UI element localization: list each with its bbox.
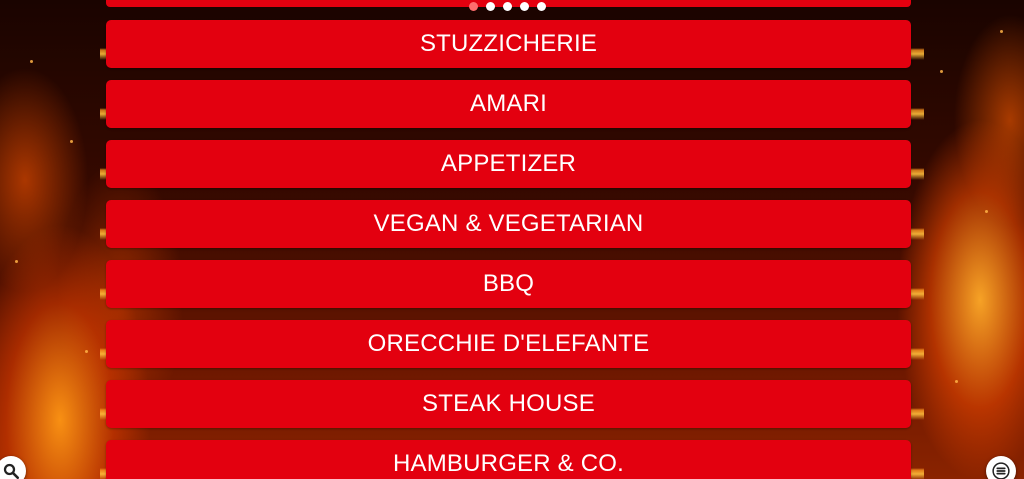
hamburger-menu-icon [992,462,1010,479]
spark [30,60,33,63]
menu-item-orecchie-elefante[interactable]: ORECCHIE D'ELEFANTE [106,320,911,368]
carousel-dot[interactable] [520,2,529,11]
menu-item-bbq[interactable]: BBQ [106,260,911,308]
menu-item-hamburger[interactable]: HAMBURGER & CO. [106,440,911,479]
carousel-dot[interactable] [537,2,546,11]
menu-button[interactable] [986,456,1016,479]
carousel-dot[interactable] [486,2,495,11]
spark [985,210,988,213]
carousel-dot[interactable] [503,2,512,11]
menu-item-amari[interactable]: AMARI [106,80,911,128]
menu-item-stuzzicherie[interactable]: STUZZICHERIE [106,20,911,68]
spark [85,350,88,353]
menu-item-appetizer[interactable]: APPETIZER [106,140,911,188]
carousel-indicator [469,2,546,11]
carousel-dot[interactable] [469,2,478,11]
spark [940,70,943,73]
spark [1000,30,1003,33]
search-icon [3,463,20,479]
spark [15,260,18,263]
spark [70,140,73,143]
menu-item-steak-house[interactable]: STEAK HOUSE [106,380,911,428]
spark [955,380,958,383]
menu-item-vegan-vegetarian[interactable]: VEGAN & VEGETARIAN [106,200,911,248]
